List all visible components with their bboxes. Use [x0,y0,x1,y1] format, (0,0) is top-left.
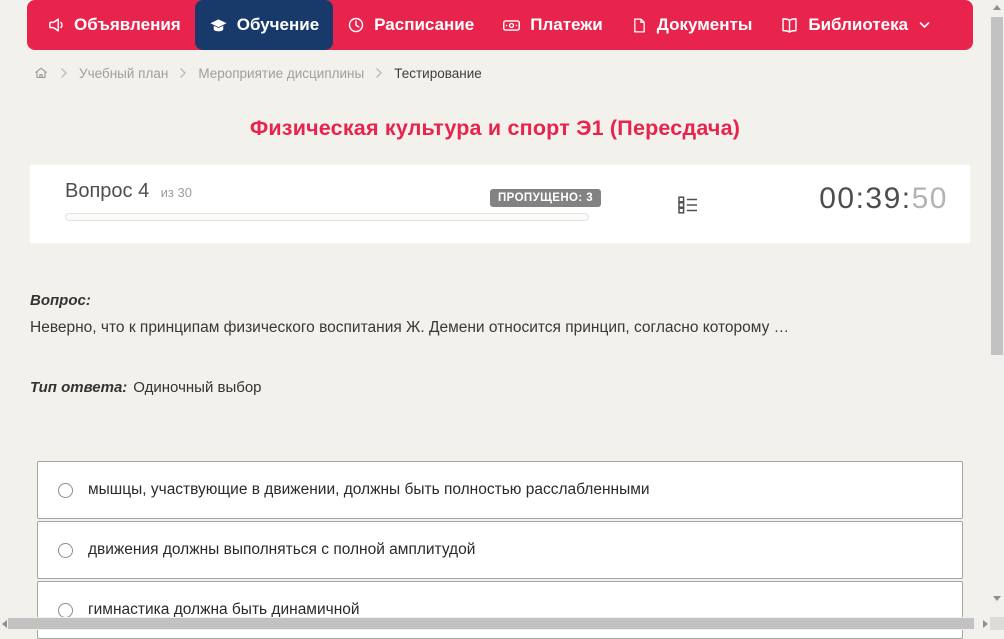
progress-bar [65,213,589,221]
documents-icon [631,17,648,34]
horizontal-scrollbar[interactable] [0,617,990,630]
chevron-right-icon [60,67,68,79]
library-icon [780,16,799,35]
megaphone-icon [47,16,65,34]
payments-icon [502,16,521,35]
answer-type-value: Одиночный выбор [133,379,262,396]
scrollbar-corner [990,617,1004,630]
clock-icon [347,16,365,34]
nav-item-library[interactable]: Библиотека [766,0,944,50]
breadcrumb-item-testing: Тестирование [394,65,482,81]
horizontal-scrollbar-thumb[interactable] [8,618,974,629]
main-nav: Объявления Обучение Расписание Платежи Д… [27,0,973,50]
nav-item-label: Документы [656,15,753,34]
answer-option-text: мышцы, участвующие в движении, должны бы… [88,481,650,498]
nav-item-label: Платежи [530,15,603,34]
nav-item-schedule[interactable]: Расписание [333,0,488,50]
nav-item-label: Объявления [74,15,181,34]
nav-item-education[interactable]: Обучение [194,0,334,50]
timer-hours-minutes: 00:39: [819,182,912,215]
answer-option-1[interactable]: мышцы, участвующие в движении, должны бы… [37,461,963,519]
question-label: Вопрос: [30,292,91,309]
question-number-label: Вопрос 4 [65,180,150,202]
chevron-down-icon [919,21,930,29]
question-header-card: Вопрос 4 из 30 ПРОПУЩЕНО: 3 00:39:50 [30,165,970,243]
nav-item-payments[interactable]: Платежи [488,0,617,50]
nav-item-label: Расписание [374,15,475,34]
scroll-down-arrow-icon[interactable] [993,596,1001,601]
page-title: Физическая культура и спорт Э1 (Пересдач… [249,116,741,140]
nav-item-label: Обучение [236,15,320,34]
answer-type-line: Тип ответа: Одиночный выбор [30,379,262,396]
question-total-label: из 30 [160,185,192,200]
vertical-scrollbar[interactable] [990,0,1004,617]
skipped-badge: ПРОПУЩЕНО: 3 [490,189,602,207]
question-list-icon[interactable] [675,192,701,218]
scroll-left-arrow-icon[interactable] [2,620,7,628]
nav-item-label: Библиотека [808,15,909,34]
home-icon[interactable] [33,65,49,81]
question-text: Неверно, что к принципам физического вос… [30,319,790,336]
question-number: Вопрос 4 из 30 [65,180,192,203]
nav-item-announcements[interactable]: Объявления [33,0,195,50]
answer-option-2[interactable]: движения должны выполняться с полной амп… [37,521,963,579]
breadcrumb-item-discipline-event[interactable]: Мероприятие дисциплины [198,66,364,81]
nav-item-documents[interactable]: Документы [617,0,767,50]
graduation-cap-icon [209,16,228,35]
scroll-right-arrow-icon[interactable] [983,620,988,628]
scroll-up-arrow-icon[interactable] [993,5,1001,10]
answer-type-label: Тип ответа: [30,379,128,396]
chevron-right-icon [375,67,383,79]
breadcrumb: Учебный план Мероприятие дисциплины Тест… [33,63,482,83]
breadcrumb-item-curriculum[interactable]: Учебный план [79,66,168,81]
answer-option-3[interactable]: гимнастика должна быть динамичной [37,581,963,639]
answer-option-text: движения должны выполняться с полной амп… [88,541,476,558]
radio-icon[interactable] [58,542,73,558]
timer-seconds: 50 [911,182,948,215]
vertical-scrollbar-thumb[interactable] [991,17,1003,355]
radio-icon[interactable] [58,482,73,498]
chevron-right-icon [179,67,187,79]
timer: 00:39:50 [819,182,948,216]
radio-icon[interactable] [58,602,73,618]
